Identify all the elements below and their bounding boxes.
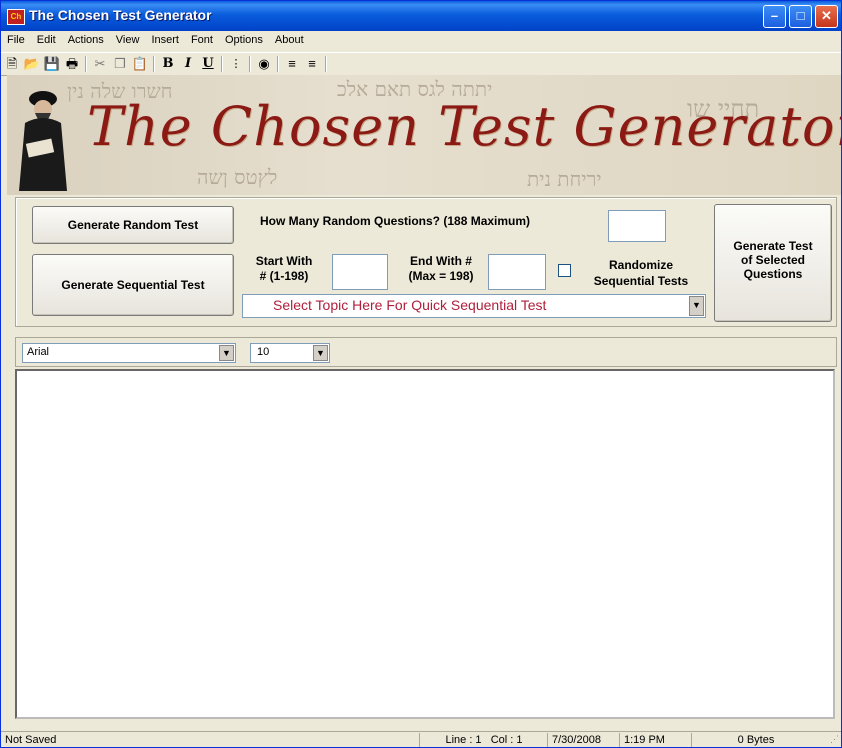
background-script: לץטס ןשה (197, 165, 278, 189)
align-center-icon[interactable]: ≡ (303, 55, 321, 73)
bullets-icon[interactable]: ⋮ (227, 55, 245, 73)
status-size: 0 Bytes (691, 733, 816, 747)
italic-button[interactable]: I (179, 55, 197, 73)
how-many-label: How Many Random Questions? (188 Maximum) (260, 214, 531, 228)
toolbar: 🗎 📂 💾 🖶 ✂ ❐ 📋 B I U ⋮ ◉ ≡ ≡ (1, 52, 841, 76)
randomize-label: Randomize (608, 258, 673, 272)
paste-icon[interactable]: 📋 (131, 55, 149, 73)
end-with-input[interactable] (488, 254, 546, 290)
minimize-button[interactable]: – (763, 5, 786, 28)
copy-icon[interactable]: ❐ (111, 55, 129, 73)
selected-button-line-2: of Selected (740, 253, 806, 267)
menu-insert[interactable]: Insert (145, 31, 185, 46)
save-icon[interactable]: 💾 (43, 55, 61, 73)
minimize-icon: – (770, 8, 779, 23)
menu-view[interactable]: View (110, 31, 146, 46)
resize-grip-icon[interactable]: ⋰ (830, 734, 839, 745)
cut-icon[interactable]: ✂ (91, 55, 109, 73)
underline-button[interactable]: U (199, 55, 217, 73)
window-title: The Chosen Test Generator (29, 7, 212, 23)
menu-bar: File Edit Actions View Insert Font Options Abou… (1, 31, 841, 51)
sequential-tests-label: Sequential Tests (593, 274, 689, 288)
maximize-button[interactable]: □ (789, 5, 812, 28)
status-time: 1:19 PM (619, 733, 684, 747)
toolbar-separator (249, 56, 251, 72)
topic-select[interactable]: Select Topic Here For Quick Sequential T… (242, 294, 706, 318)
chevron-down-icon[interactable]: ▼ (219, 345, 234, 361)
toolbar-separator (325, 56, 327, 72)
control-panel: Generate Random Test How Many Random Que… (15, 197, 837, 327)
menu-about[interactable]: About (269, 31, 310, 46)
open-folder-icon[interactable]: 📂 (23, 55, 41, 73)
new-document-icon[interactable]: 🗎 (3, 55, 21, 73)
print-icon[interactable]: 🖶 (63, 55, 81, 73)
randomize-checkbox[interactable] (558, 264, 571, 277)
app-window: Ch The Chosen Test Generator – □ ✕ File E… (0, 0, 842, 748)
align-left-icon[interactable]: ≡ (283, 55, 301, 73)
status-date: 7/30/2008 (547, 733, 618, 747)
generate-random-test-button[interactable]: Generate Random Test (32, 206, 234, 244)
font-bar: Arial ▼ 10 ▼ (15, 337, 837, 367)
status-position: Line : 1 Col : 1 (419, 733, 544, 747)
start-with-label: Start With (255, 254, 313, 268)
font-select[interactable]: Arial ▼ (22, 343, 236, 363)
generate-sequential-test-button[interactable]: Generate Sequential Test (32, 254, 234, 316)
toolbar-separator (221, 56, 223, 72)
chevron-down-icon[interactable]: ▼ (313, 345, 328, 361)
toolbar-separator (85, 56, 87, 72)
bold-button[interactable]: B (159, 55, 177, 73)
chevron-down-icon[interactable]: ▼ (689, 296, 704, 316)
end-with-label: End With # (410, 254, 472, 268)
start-with-input[interactable] (332, 254, 388, 290)
menu-edit[interactable]: Edit (31, 31, 62, 46)
random-count-input[interactable] (608, 210, 666, 242)
font-select-value: Arial (27, 346, 50, 358)
menu-font[interactable]: Font (185, 31, 219, 46)
font-size-value: 10 (257, 346, 270, 358)
background-script: יריחת נית (527, 167, 602, 191)
close-button[interactable]: ✕ (815, 5, 838, 28)
generate-selected-questions-button[interactable]: Generate Test of Selected Questions (714, 204, 832, 322)
maximize-icon: □ (796, 8, 805, 23)
selected-button-line-1: Generate Test (733, 239, 813, 253)
menu-file[interactable]: File (1, 31, 31, 46)
document-editor[interactable] (15, 369, 835, 719)
banner: חשרו שלה נין יתתה לגס תאם אלכ תחיי שו לץ… (7, 75, 842, 195)
close-icon: ✕ (821, 8, 832, 23)
topic-select-value: Select Topic Here For Quick Sequential T… (273, 297, 547, 313)
font-size-select[interactable]: 10 ▼ (250, 343, 330, 363)
end-range-label: (Max = 198) (408, 269, 474, 283)
title-bar[interactable]: Ch The Chosen Test Generator – □ ✕ (1, 1, 841, 31)
find-icon[interactable]: ◉ (255, 55, 273, 73)
status-bar: Not Saved Line : 1 Col : 1 7/30/2008 1:1… (1, 731, 841, 747)
menu-actions[interactable]: Actions (62, 31, 110, 46)
app-icon[interactable]: Ch (7, 9, 25, 25)
toolbar-separator (277, 56, 279, 72)
banner-title: The Chosen Test Generator (87, 95, 842, 158)
scholar-figure-image (19, 91, 67, 191)
menu-options[interactable]: Options (219, 31, 269, 46)
selected-button-line-3: Questions (743, 267, 803, 281)
toolbar-separator (153, 56, 155, 72)
status-saved: Not Saved (5, 734, 57, 746)
start-range-label: # (1-198) (259, 269, 309, 283)
